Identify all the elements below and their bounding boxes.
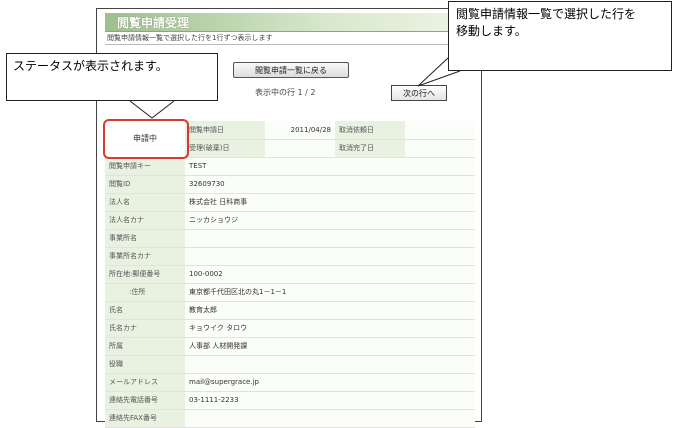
field-value: 32609730 [185, 175, 475, 194]
field-label: 連絡先FAX番号 [105, 409, 185, 428]
field-label: 役職 [105, 355, 185, 374]
field-value: mail@supergrace.jp [185, 373, 475, 392]
field-value: 2011/04/28 [265, 121, 335, 140]
field-value: 100-0002 [185, 265, 475, 284]
field-value [185, 355, 475, 374]
application-detail-table: 申請中 閲覧申請日 2011/04/28 取消依頼日 受理(破棄)日 取消完了日… [105, 121, 475, 428]
table-row: 事業所名 [105, 229, 475, 248]
table-row: 所属 人事部 人材開発課 [105, 337, 475, 356]
table-row: 連絡先FAX番号 [105, 409, 475, 428]
next-row-button[interactable]: 次の行へ [391, 85, 447, 101]
field-label: 事業所名カナ [105, 247, 185, 266]
table-row: :住所 東京都千代田区北の丸1－1－1 [105, 283, 475, 302]
field-value: ニッカショウジ [185, 211, 475, 230]
table-row: 法人名カナ ニッカショウジ [105, 211, 475, 230]
row-indicator: 表示中の行 1 / 2 [255, 88, 316, 97]
field-label: 法人名カナ [105, 211, 185, 230]
table-row: 閲覧申請キー TEST [105, 157, 475, 176]
field-label: 連絡先電話番号 [105, 391, 185, 410]
field-label: 事業所名 [105, 229, 185, 248]
field-label: 取消完了日 [335, 139, 405, 158]
divider [105, 44, 475, 45]
field-value: 03-1111-2233 [185, 391, 475, 410]
page-title: 閲覧申請受理 [117, 16, 190, 30]
next-row-callout: 閲覧申請情報一覧で選択した行を 移動します。 [448, 1, 672, 71]
field-label: 氏名カナ [105, 319, 185, 338]
field-value: 教育太郎 [185, 301, 475, 320]
status-highlight [103, 119, 189, 159]
next-callout-line2: 移動します。 [456, 24, 527, 38]
page-description: 閲覧申請情報一覧で選択した行を1行ずつ表示します [107, 34, 273, 42]
field-value: TEST [185, 157, 475, 176]
field-label: 所属 [105, 337, 185, 356]
title-bar: 閲覧申請受理 [105, 13, 475, 32]
field-value: 人事部 人材開発課 [185, 337, 475, 356]
next-callout-line1: 閲覧申請情報一覧で選択した行を [456, 7, 637, 21]
table-row: メールアドレス mail@supergrace.jp [105, 373, 475, 392]
table-row: 役職 [105, 355, 475, 374]
field-value [185, 229, 475, 248]
field-value [265, 139, 335, 158]
field-label: 法人名 [105, 193, 185, 212]
field-value [405, 121, 475, 140]
field-label: :住所 [105, 283, 185, 302]
field-value [405, 139, 475, 158]
field-value: キョウイク タロウ [185, 319, 475, 338]
status-callout-text: ステータスが表示されます。 [13, 59, 168, 73]
table-row: 事業所名カナ [105, 247, 475, 266]
table-row: 氏名 教育太郎 [105, 301, 475, 320]
table-row: 法人名 株式会社 日科商事 [105, 193, 475, 212]
table-row: 所在地:郵便番号 100-0002 [105, 265, 475, 284]
field-label: メールアドレス [105, 373, 185, 392]
field-label: 取消依頼日 [335, 121, 405, 140]
field-value: 東京都千代田区北の丸1－1－1 [185, 283, 475, 302]
table-row: 連絡先電話番号 03-1111-2233 [105, 391, 475, 410]
back-to-list-button[interactable]: 閲覧申請一覧に戻る [233, 62, 349, 78]
table-row: 氏名カナ キョウイク タロウ [105, 319, 475, 338]
field-label: 閲覧申請日 [185, 121, 265, 140]
status-callout: ステータスが表示されます。 [6, 53, 218, 101]
field-label: 閲覧ID [105, 175, 185, 194]
field-value: 株式会社 日科商事 [185, 193, 475, 212]
field-value [185, 409, 475, 428]
field-label: 閲覧申請キー [105, 157, 185, 176]
field-label: 氏名 [105, 301, 185, 320]
field-value [185, 247, 475, 266]
field-label: 受理(破棄)日 [185, 139, 265, 158]
field-label: 所在地:郵便番号 [105, 265, 185, 284]
table-row: 閲覧ID 32609730 [105, 175, 475, 194]
